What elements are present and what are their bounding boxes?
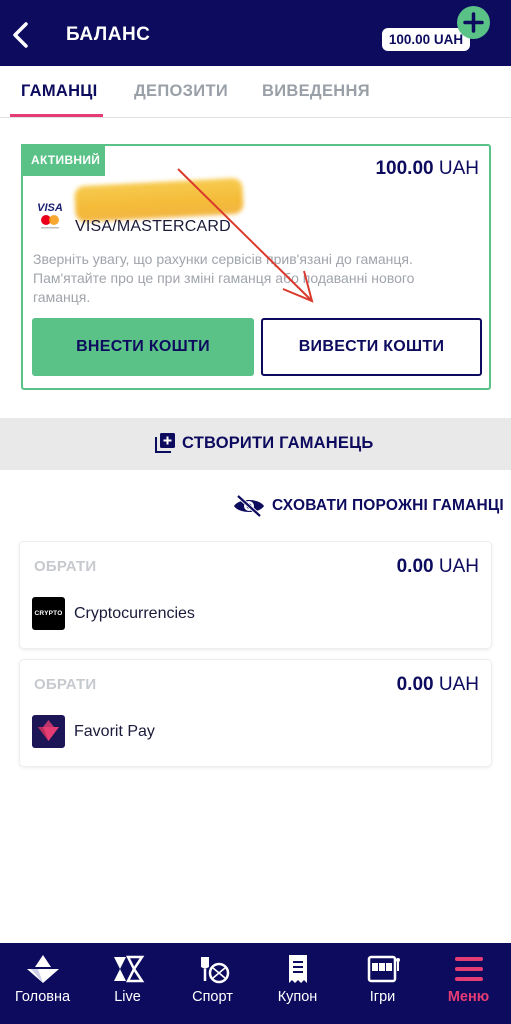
- nav-menu[interactable]: Меню: [426, 943, 511, 1024]
- nav-label: Спорт: [192, 989, 233, 1005]
- wallet-row-name: Favorit Pay: [74, 723, 155, 740]
- crypto-logo: CRYPTO: [32, 597, 65, 630]
- chevron-left-icon: [13, 22, 28, 48]
- back-button[interactable]: [6, 18, 36, 52]
- tab-deposits[interactable]: ДЕПОЗИТИ: [134, 82, 228, 101]
- wallet-row-currency: UAH: [438, 674, 479, 695]
- coupon-icon: [288, 955, 307, 983]
- create-wallet-label: СТВОРИТИ ГАМАНЕЦЬ: [182, 434, 374, 452]
- sport-icon: [200, 957, 229, 984]
- annotation-arrow: [177, 168, 314, 303]
- wallet-row-favorit-pay[interactable]: ОБРАТИ 0.00 UAH Favorit Pay: [20, 660, 491, 766]
- slot-machine-icon: [367, 955, 400, 983]
- wallet-row-crypto[interactable]: ОБРАТИ 0.00 UAH CRYPTO Cryptocurrencies: [20, 542, 491, 648]
- app-header: БАЛАНС 100.00 UAH: [0, 0, 511, 66]
- wallet-row-name: Cryptocurrencies: [74, 605, 195, 622]
- visa-mastercard-logo: VISA: [35, 198, 65, 232]
- svg-text:VISA: VISA: [37, 202, 63, 214]
- live-icon: [113, 955, 144, 983]
- menu-icon: [454, 957, 483, 981]
- hide-empty-label: СХОВАТИ ПОРОЖНІ ГАМАНЦІ: [272, 497, 504, 514]
- select-wallet-label[interactable]: ОБРАТИ: [34, 558, 96, 575]
- deposit-button[interactable]: ВНЕСТИ КОШТИ: [32, 318, 254, 376]
- wallet-currency: UAH: [438, 158, 479, 179]
- active-tab-indicator: [10, 114, 103, 117]
- wallet-row-amount: 0.00 UAH: [397, 556, 479, 578]
- nav-label: Меню: [447, 989, 490, 1005]
- wallet-amount-value: 100.00: [375, 158, 434, 179]
- select-wallet-label[interactable]: ОБРАТИ: [34, 676, 96, 693]
- nav-label: Головна: [14, 989, 71, 1005]
- tab-bar: ГАМАНЦІ ДЕПОЗИТИ ВИВЕДЕННЯ: [0, 66, 511, 118]
- page-title: БАЛАНС: [66, 24, 151, 45]
- nav-sport[interactable]: Спорт: [170, 943, 255, 1024]
- nav-label: Ігри: [369, 989, 396, 1005]
- favorit-pay-logo: [32, 715, 65, 748]
- withdraw-button[interactable]: ВИВЕСТИ КОШТИ: [261, 318, 482, 376]
- wallet-row-amount-value: 0.00: [396, 674, 434, 695]
- nav-label: Live: [114, 989, 141, 1005]
- balance-screen: БАЛАНС 100.00 UAH ГАМАНЦІ ДЕПОЗИТИ ВИВЕД…: [0, 0, 511, 1024]
- nav-coupon[interactable]: Купон: [255, 943, 340, 1024]
- wallet-row-amount-value: 0.00: [396, 556, 434, 577]
- tab-withdrawals[interactable]: ВИВЕДЕННЯ: [262, 82, 370, 101]
- home-icon: [26, 955, 59, 983]
- nav-home[interactable]: Головна: [0, 943, 85, 1024]
- wallet-row-amount: 0.00 UAH: [397, 674, 479, 696]
- active-badge: АКТИВНИЙ: [21, 144, 105, 176]
- bottom-navigation: Головна Live Спорт Купон Ігри Меню: [0, 943, 511, 1024]
- nav-label: Купон: [277, 989, 318, 1005]
- wallet-amount: 100.00 UAH: [375, 158, 479, 180]
- tab-wallets[interactable]: ГАМАНЦІ: [21, 82, 98, 101]
- nav-live[interactable]: Live: [85, 943, 170, 1024]
- create-wallet-button[interactable]: СТВОРИТИ ГАМАНЕЦЬ: [0, 418, 511, 470]
- plus-circle-icon: [463, 12, 484, 33]
- add-box-icon: [155, 433, 175, 453]
- wallet-row-currency: UAH: [438, 556, 479, 577]
- eye-off-icon: [234, 494, 264, 518]
- add-balance-button[interactable]: [457, 6, 490, 39]
- nav-games[interactable]: Ігри: [340, 943, 425, 1024]
